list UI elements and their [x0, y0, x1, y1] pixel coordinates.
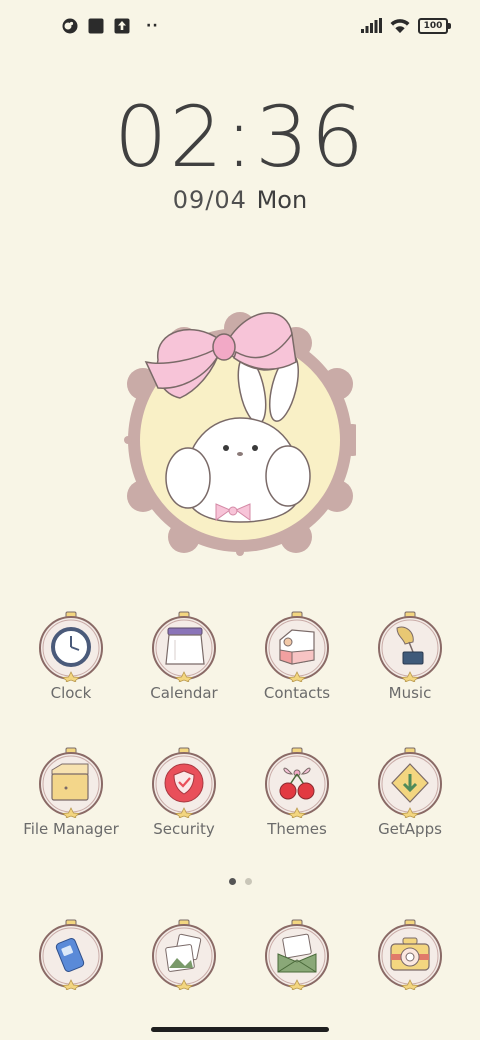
app-label: Music: [388, 684, 432, 702]
weekday: Mon: [256, 186, 308, 214]
app-getapps[interactable]: GetApps: [354, 746, 466, 838]
page-indicator[interactable]: [0, 878, 480, 885]
home-indicator-bar[interactable]: [151, 1027, 329, 1032]
dock-messages[interactable]: [241, 918, 353, 990]
app-label: Calendar: [150, 684, 218, 702]
lockscreen-clock[interactable]: 02:36: [0, 92, 480, 182]
dock-phone[interactable]: [15, 918, 127, 990]
cellular-signal-icon: [361, 18, 382, 33]
upload-icon: [114, 18, 130, 34]
battery-indicator: 100: [418, 18, 451, 34]
dock: [0, 918, 480, 998]
app-file-manager[interactable]: File Manager: [15, 746, 127, 838]
app-label: Security: [153, 820, 215, 838]
cherries-icon: [265, 747, 329, 818]
app-label: Themes: [267, 820, 327, 838]
folder-icon: [39, 747, 103, 818]
app-security[interactable]: Security: [128, 746, 240, 838]
dock-gallery[interactable]: [128, 918, 240, 990]
page-dot-1[interactable]: [228, 878, 236, 885]
date-value: 09/04: [172, 186, 247, 214]
wifi-icon: [390, 19, 410, 33]
app-label: File Manager: [23, 820, 119, 838]
app-notification-icon: [62, 18, 78, 34]
app-label: Clock: [50, 684, 92, 702]
app-calendar[interactable]: Calendar: [128, 610, 240, 702]
shield-icon: [152, 747, 216, 818]
square-notification-icon: [88, 18, 104, 34]
music-icon: [378, 611, 442, 682]
app-row-2: File Manager Security Themes GetApps: [0, 746, 480, 856]
calendar-icon: [152, 611, 216, 682]
page-dot-2[interactable]: [244, 878, 252, 885]
contacts-icon: [265, 611, 329, 682]
camera-icon: [378, 919, 442, 990]
app-themes[interactable]: Themes: [241, 746, 353, 838]
app-clock[interactable]: Clock: [15, 610, 127, 702]
status-bar: ·· 100: [0, 0, 480, 56]
messages-icon: [265, 919, 329, 990]
app-row-1: Clock Calendar Contacts Music: [0, 610, 480, 720]
app-label: GetApps: [378, 820, 442, 838]
dock-camera[interactable]: [354, 918, 466, 990]
phone-icon: [39, 919, 103, 990]
app-music[interactable]: Music: [354, 610, 466, 702]
gallery-icon: [152, 919, 216, 990]
clock-icon: [39, 611, 103, 682]
lockscreen-date[interactable]: 09/04 Mon: [0, 186, 480, 214]
app-contacts[interactable]: Contacts: [241, 610, 353, 702]
bunny-photo-widget[interactable]: [124, 290, 356, 556]
download-icon: [378, 747, 442, 818]
more-notifications-indicator: ··: [146, 18, 159, 34]
app-label: Contacts: [263, 684, 331, 702]
